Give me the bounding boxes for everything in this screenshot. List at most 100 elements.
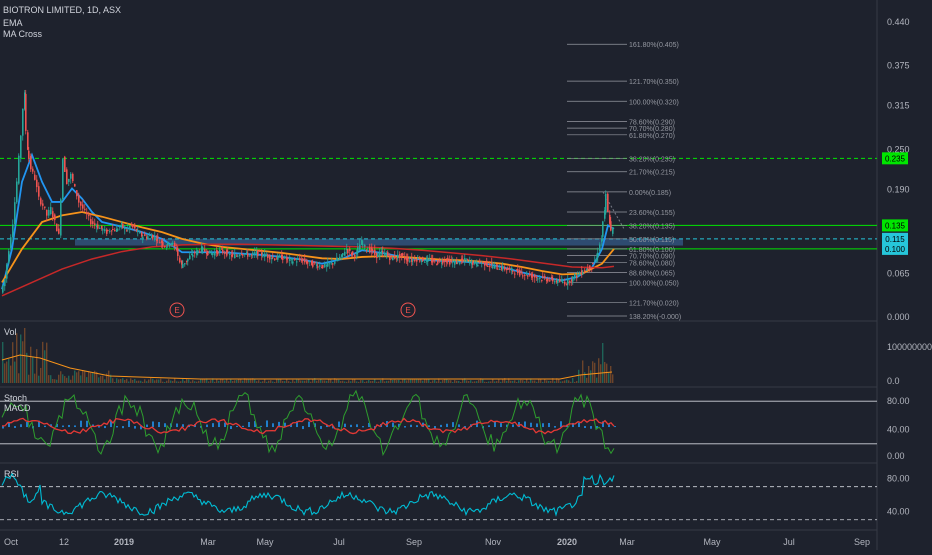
candle-body <box>309 261 311 263</box>
volume-bar <box>308 379 310 383</box>
volume-bar <box>606 363 608 383</box>
volume-bar <box>140 380 142 383</box>
chart-root[interactable]: Oct 12 2019 Mar May Jul Sep Nov 2020 Mar May Jul Sep… <box>0 0 932 550</box>
volume-bar <box>228 381 230 383</box>
candle-body <box>539 278 541 280</box>
candle-body <box>522 275 524 277</box>
volume-bar <box>32 356 34 383</box>
volume-bar <box>408 379 410 383</box>
candle-body <box>72 173 74 182</box>
volume-bar <box>366 381 368 383</box>
volume-bar <box>74 370 76 383</box>
fib-level-label: 38.20%(0.135) <box>629 223 675 230</box>
volume-bar <box>586 377 588 383</box>
candle-body <box>484 261 486 266</box>
candle-body <box>40 198 42 205</box>
candle-body <box>187 258 189 262</box>
ma-cross-indicator-label[interactable]: MA Cross <box>3 29 42 40</box>
volume-bar <box>466 380 468 383</box>
candle-body <box>602 221 604 237</box>
candle-body <box>169 244 171 247</box>
symbol-title: BIOTRON LIMITED, 1D, ASX <box>3 5 122 15</box>
candle-body <box>264 253 266 257</box>
volume-bar <box>324 380 326 383</box>
volume-bar <box>130 378 132 383</box>
volume-bar <box>602 343 604 383</box>
candle-body <box>242 254 244 256</box>
volume-bar <box>418 378 420 383</box>
macd-histogram-bar <box>8 422 10 428</box>
candle-body <box>8 251 10 264</box>
volume-bar <box>226 379 228 383</box>
candle-body <box>512 270 514 272</box>
volume-bar <box>494 381 496 383</box>
candle-body <box>542 276 544 278</box>
volume-bar <box>306 380 308 383</box>
volume-bar <box>372 380 374 383</box>
candle-body <box>577 273 579 275</box>
candle-body <box>377 253 379 257</box>
fib-level-label: 38.20%(0.235) <box>629 156 675 163</box>
candle-body <box>44 206 46 208</box>
candle-body <box>574 274 576 278</box>
candle-body <box>307 262 309 264</box>
rsi-axis-tick-label: 80.00 <box>887 473 910 483</box>
macd-histogram-bar <box>20 424 22 428</box>
macd-histogram-bar <box>308 421 310 428</box>
macd-histogram-bar <box>428 425 430 428</box>
volume-bar <box>518 380 520 383</box>
candle-body <box>587 268 589 270</box>
candle-body <box>244 253 246 255</box>
candle-body <box>162 241 164 246</box>
candle-body <box>594 260 596 262</box>
candle-body <box>589 265 591 269</box>
volume-bar <box>600 364 602 383</box>
volume-bar <box>310 381 312 383</box>
volume-bar <box>40 367 42 383</box>
volume-bar <box>38 375 40 383</box>
candle-body <box>76 190 78 197</box>
candle-body <box>612 227 614 234</box>
volume-bar <box>340 381 342 383</box>
volume-bar <box>312 379 314 383</box>
candle-body <box>239 254 241 257</box>
candle-body <box>372 250 374 252</box>
macd-histogram-bar <box>80 420 82 428</box>
candle-body <box>469 261 471 264</box>
volume-bar <box>34 373 36 383</box>
volume-bar <box>144 379 146 383</box>
candle-body <box>174 242 176 247</box>
rsi-line <box>1 471 615 517</box>
candle-body <box>107 230 109 232</box>
volume-bar <box>182 378 184 383</box>
volume-bar <box>562 381 564 383</box>
price-level-tag-text: 0.100 <box>885 245 906 254</box>
volume-bar <box>514 380 516 383</box>
volume-bar <box>364 381 366 383</box>
candle-body <box>429 259 431 261</box>
candle-body <box>486 260 488 266</box>
time-axis-tick-label: Nov <box>485 537 502 547</box>
macd-histogram-bar <box>440 424 442 428</box>
candle-body <box>68 178 70 182</box>
fib-level-label: 78.60%(0.080) <box>629 260 675 267</box>
volume-bar <box>86 377 88 383</box>
candle-body <box>354 254 356 257</box>
volume-bar <box>462 378 464 383</box>
fib-level-label: 121.70%(0.350) <box>629 79 679 86</box>
ema-indicator-label[interactable]: EMA <box>3 18 23 29</box>
candle-body <box>62 159 64 200</box>
volume-bar <box>66 377 68 383</box>
macd-histogram-bar <box>614 426 616 428</box>
chart-canvas[interactable]: Oct 12 2019 Mar May Jul Sep Nov 2020 Mar May Jul Sep… <box>0 0 932 550</box>
volume-bar <box>392 380 394 383</box>
volume-bar <box>322 380 324 383</box>
candle-body <box>417 258 419 260</box>
candle-body <box>404 256 406 260</box>
volume-bar <box>358 381 360 383</box>
ma-line-ema-fast <box>1 152 615 290</box>
volume-bar <box>380 379 382 383</box>
candle-body <box>152 234 154 239</box>
candle-body <box>66 169 68 185</box>
candle-body <box>92 221 94 224</box>
